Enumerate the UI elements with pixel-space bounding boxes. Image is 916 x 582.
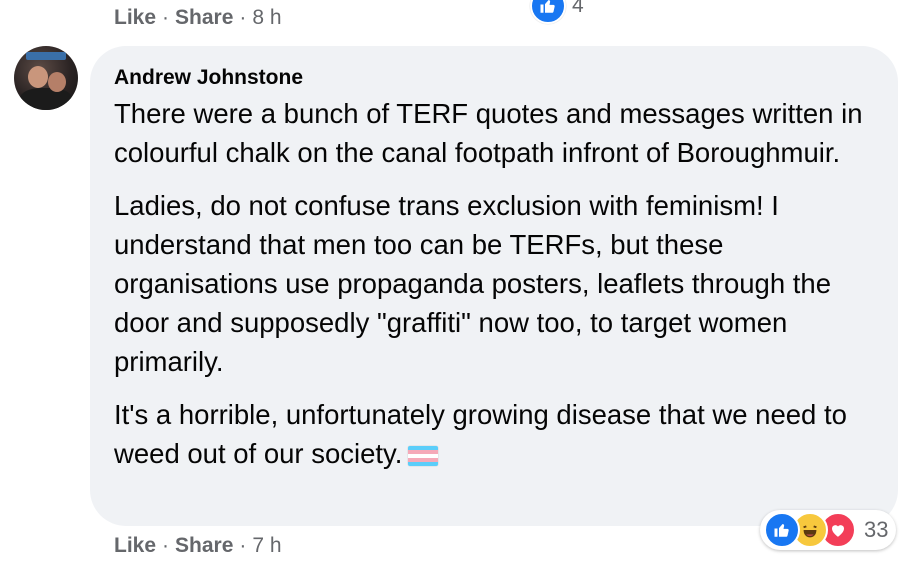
previous-comment-actions: Like · Share · 8 h	[114, 6, 282, 30]
separator: ·	[162, 534, 170, 557]
comment-actions: Like · Share · 7 h	[114, 534, 282, 558]
reaction-summary[interactable]: 33	[760, 510, 897, 550]
comment-text: There were a bunch of TERF quotes and me…	[114, 94, 884, 487]
separator: ·	[239, 6, 247, 29]
comment-paragraph: There were a bunch of TERF quotes and me…	[114, 98, 863, 168]
timestamp[interactable]: 8 h	[252, 6, 281, 30]
comment-paragraph: It's a horrible, unfortunately growing d…	[114, 395, 884, 473]
reaction-count: 4	[572, 0, 584, 17]
share-button[interactable]: Share	[175, 534, 233, 558]
comment-author[interactable]: Andrew Johnstone	[114, 66, 303, 90]
comment-paragraph-text: It's a horrible, unfortunately growing d…	[114, 399, 847, 469]
avatar-background-sign	[26, 52, 66, 60]
like-button[interactable]: Like	[114, 534, 156, 558]
avatar[interactable]	[14, 46, 78, 110]
like-button[interactable]: Like	[114, 6, 156, 30]
avatar-face	[28, 66, 48, 88]
previous-reaction-summary[interactable]: 4	[530, 0, 584, 24]
transgender-flag-icon	[408, 445, 439, 466]
reaction-count: 33	[864, 517, 889, 542]
timestamp[interactable]: 7 h	[252, 534, 281, 558]
separator: ·	[162, 6, 170, 29]
avatar-face	[48, 72, 66, 92]
separator: ·	[239, 534, 247, 557]
comment-paragraph: Ladies, do not confuse trans exclusion w…	[114, 190, 832, 377]
like-icon	[764, 512, 800, 548]
like-icon	[530, 0, 566, 24]
share-button[interactable]: Share	[175, 6, 233, 30]
avatar-figure	[20, 88, 72, 110]
